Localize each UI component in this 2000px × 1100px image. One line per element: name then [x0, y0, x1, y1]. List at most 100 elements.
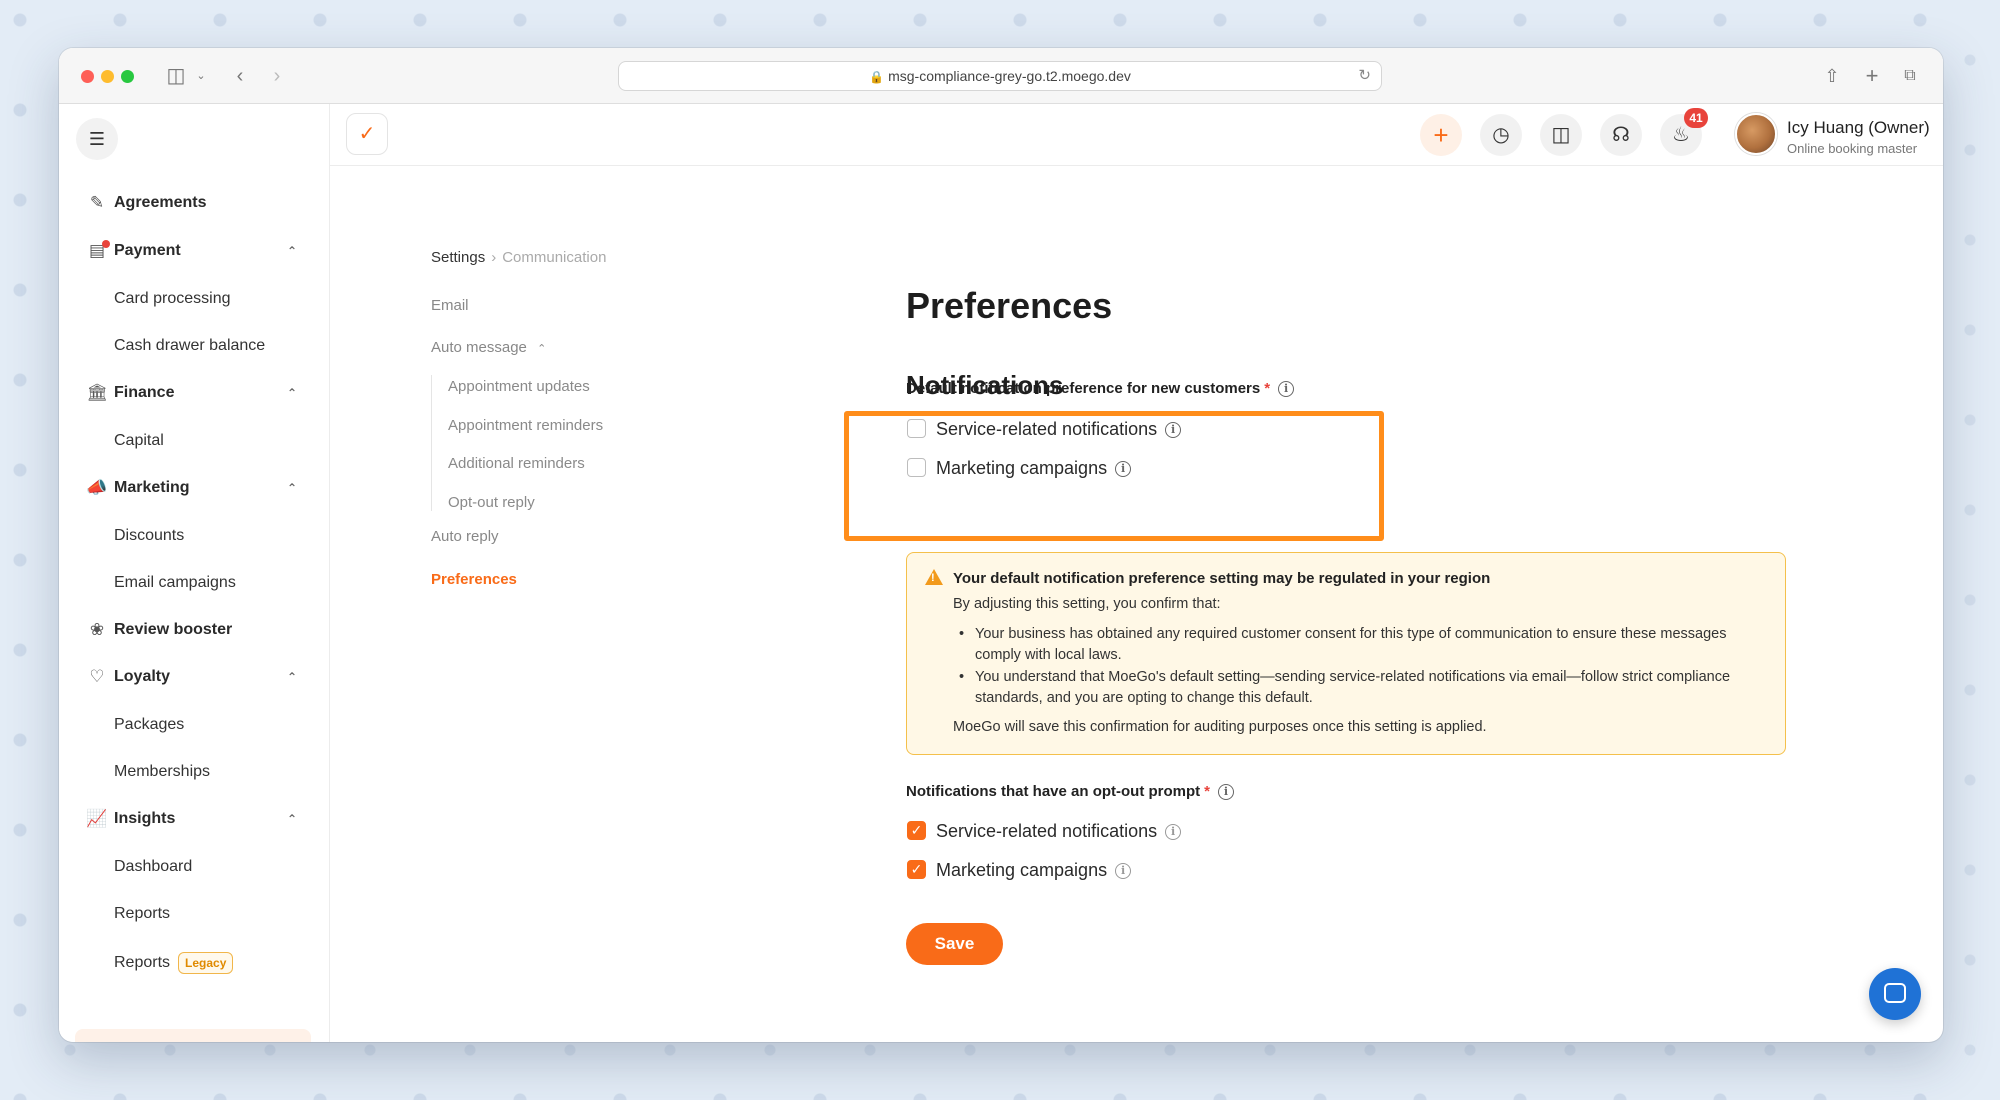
back-icon[interactable]: ‹: [229, 63, 251, 89]
sidebar-item-capital[interactable]: Capital: [75, 420, 311, 462]
info-icon[interactable]: i: [1115, 461, 1132, 478]
info-icon[interactable]: i: [1278, 381, 1295, 398]
info-icon[interactable]: i: [1218, 784, 1234, 801]
subnav-preferences[interactable]: Preferences: [431, 571, 517, 588]
sidebar-item-agreements[interactable]: ✎ Agreements: [75, 182, 311, 224]
save-button[interactable]: Save: [906, 923, 1003, 965]
sidebar-item-reports[interactable]: Reports: [75, 893, 311, 935]
sidebar-item-marketing[interactable]: 📣 Marketing ⌃: [75, 467, 311, 509]
info-icon[interactable]: i: [1115, 863, 1132, 880]
sidebar-item-dashboard[interactable]: Dashboard: [75, 846, 311, 888]
sidebar-item-loyalty[interactable]: ♡ Loyalty ⌃: [75, 656, 311, 698]
opt-out-label: Notifications that have an opt-out promp…: [906, 783, 1234, 801]
subnav-auto-message[interactable]: Auto message ⌃: [431, 339, 546, 356]
chevron-down-icon[interactable]: ⌄: [194, 63, 208, 89]
close-window-button[interactable]: [81, 70, 94, 83]
chevron-up-icon[interactable]: ⌃: [537, 343, 546, 355]
sidebar-item-memberships[interactable]: Memberships: [75, 751, 311, 793]
user-name[interactable]: Icy Huang (Owner): [1787, 118, 1930, 138]
sidebar-item-reports-legacy[interactable]: Reports Legacy: [75, 942, 311, 984]
chevron-up-icon[interactable]: ⌃: [287, 467, 297, 509]
forward-icon[interactable]: ›: [266, 63, 288, 89]
clock-icon[interactable]: ◷: [1480, 114, 1522, 156]
browser-toolbar: ◫ ⌄ ‹ › 🔒 msg-compliance-grey-go.t2.moego…: [59, 48, 1943, 104]
info-icon[interactable]: i: [1165, 422, 1182, 439]
default-marketing-campaigns-checkbox[interactable]: [907, 458, 926, 477]
bell-icon[interactable]: ♨ 41: [1660, 108, 1708, 156]
opt-out-service-notifications-checkbox[interactable]: ✓: [907, 821, 926, 840]
chevron-up-icon[interactable]: ⌃: [287, 230, 297, 272]
add-icon[interactable]: +: [1420, 114, 1462, 156]
opt-out-marketing-campaigns-checkbox[interactable]: ✓: [907, 860, 926, 879]
menu-icon[interactable]: ☰: [76, 118, 118, 160]
option-label: Service-related notifications i: [936, 418, 1182, 440]
address-bar[interactable]: 🔒 msg-compliance-grey-go.t2.moego.dev ↻: [618, 61, 1382, 91]
sidebar-item-settings[interactable]: ⚙ Settings: [75, 1029, 311, 1042]
new-tab-icon[interactable]: +: [1861, 63, 1883, 89]
sidebar-item-label: Discounts: [114, 527, 185, 544]
sidebar-item-label: Payment: [114, 242, 181, 259]
chevron-up-icon[interactable]: ⌃: [287, 372, 297, 414]
subnav-email[interactable]: Email: [431, 297, 469, 314]
sidebar-item-packages[interactable]: Packages: [75, 704, 311, 746]
subnav-divider: [431, 375, 432, 511]
sidebar-item-finance[interactable]: 🏛 Finance ⌃: [75, 372, 311, 414]
lock-icon: 🔒: [869, 70, 885, 84]
breadcrumb-settings[interactable]: Settings: [431, 249, 485, 266]
sidebar-item-discounts[interactable]: Discounts: [75, 515, 311, 557]
subnav-opt-out-reply[interactable]: Opt-out reply: [448, 494, 535, 511]
chat-icon: [1884, 983, 1906, 1004]
compliance-warning: ! Your default notification preference s…: [906, 552, 1786, 755]
subnav-appointment-updates[interactable]: Appointment updates: [448, 378, 590, 395]
avatar[interactable]: [1735, 113, 1777, 155]
maximize-window-button[interactable]: [121, 70, 134, 83]
share-icon[interactable]: ⇧: [1821, 63, 1843, 89]
headset-icon[interactable]: ☊: [1600, 114, 1642, 156]
reload-icon[interactable]: ↻: [1358, 62, 1371, 90]
option-label: Marketing campaigns i: [936, 457, 1132, 479]
sidebar-item-payment[interactable]: ▤ Payment ⌃: [75, 230, 311, 272]
notification-count-badge: 41: [1684, 108, 1708, 128]
breadcrumb-separator: ›: [491, 249, 497, 266]
option-label: Service-related notifications i: [936, 820, 1182, 842]
sidebar-item-label: Cash drawer balance: [114, 337, 266, 354]
breadcrumb: Settings › Communication: [431, 249, 606, 266]
sidebar: ☰ ✎ Agreements ▤ Payment ⌃ Card processi…: [59, 104, 330, 1042]
sidebar-item-label: Packages: [114, 716, 185, 733]
subnav-auto-reply[interactable]: Auto reply: [431, 528, 499, 545]
warning-intro: By adjusting this setting, you confirm t…: [953, 596, 1221, 612]
chevron-up-icon[interactable]: ⌃: [287, 798, 297, 840]
option-label-text: Service-related notifications: [936, 821, 1158, 841]
moego-logo-icon[interactable]: ✓: [346, 113, 388, 155]
default-service-notifications-checkbox[interactable]: [907, 419, 926, 438]
sidebar-item-review-booster[interactable]: ❀ Review booster: [75, 609, 311, 651]
tab-overview-icon[interactable]: ⧉: [1899, 63, 1921, 89]
ai-assistant-icon[interactable]: ◫: [1540, 114, 1582, 156]
gear-icon: ⚙: [86, 1029, 108, 1042]
sidebar-toggle-icon[interactable]: ◫: [163, 63, 189, 89]
sidebar-item-label: Review booster: [114, 621, 233, 638]
minimize-window-button[interactable]: [101, 70, 114, 83]
sidebar-item-email-campaigns[interactable]: Email campaigns: [75, 562, 311, 604]
chevron-up-icon[interactable]: ⌃: [287, 656, 297, 698]
warning-footer: MoeGo will save this confirmation for au…: [953, 719, 1487, 735]
sidebar-item-label: Reports Legacy: [114, 942, 234, 984]
star-cluster-icon: ❀: [89, 620, 105, 639]
option-label-text: Service-related notifications: [936, 419, 1158, 439]
sidebar-item-label: Marketing: [114, 479, 190, 496]
page-title: Preferences: [906, 285, 1113, 326]
sidebar-item-label: Memberships: [114, 763, 211, 780]
sidebar-item-card-processing[interactable]: Card processing: [75, 278, 311, 320]
chat-support-button[interactable]: [1869, 968, 1921, 1020]
sidebar-item-cash-drawer[interactable]: Cash drawer balance: [75, 325, 311, 367]
subnav-additional-reminders[interactable]: Additional reminders: [448, 455, 585, 472]
reports-legacy-label: Reports: [114, 954, 171, 971]
sidebar-item-insights[interactable]: 📈 Insights ⌃: [75, 798, 311, 840]
subnav-appointment-reminders[interactable]: Appointment reminders: [448, 417, 603, 434]
info-icon[interactable]: i: [1165, 824, 1182, 841]
required-marker: *: [1264, 380, 1271, 397]
url-text: msg-compliance-grey-go.t2.moego.dev: [888, 68, 1131, 84]
sidebar-item-label: Agreements: [114, 194, 207, 211]
sidebar-item-label: Settings: [114, 1029, 177, 1042]
sidebar-item-label: Dashboard: [114, 858, 193, 875]
